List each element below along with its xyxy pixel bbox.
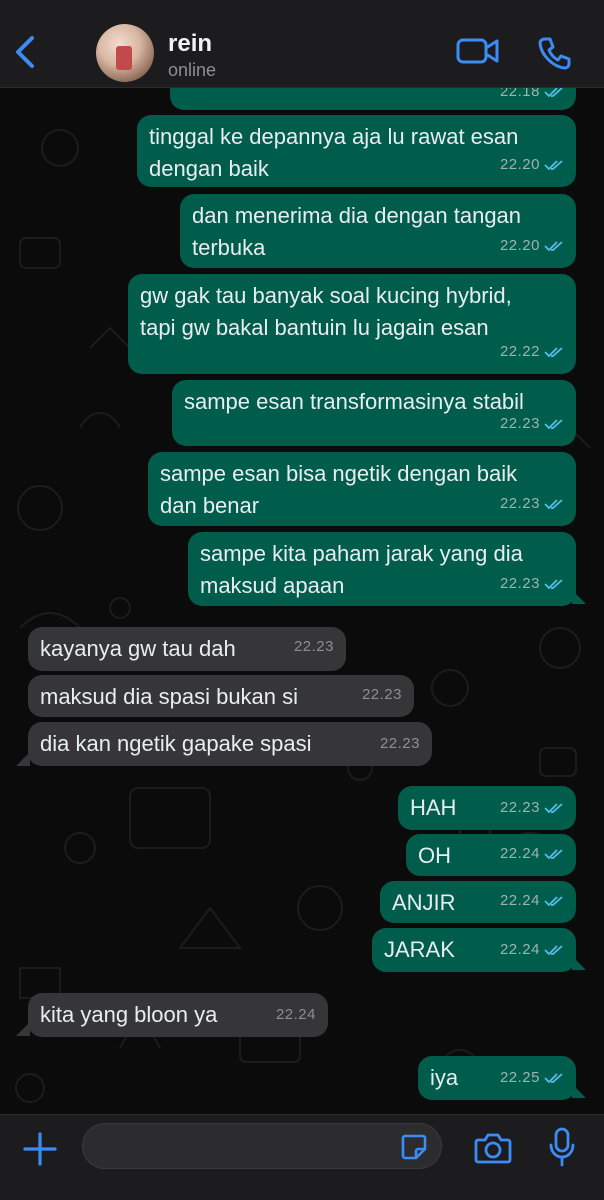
- message-time: 22.23: [293, 638, 334, 655]
- read-ticks-icon: [544, 241, 563, 252]
- avatar-photo: [116, 46, 132, 70]
- message-time: 22.20: [499, 237, 540, 254]
- message-meta: 22.24: [500, 934, 564, 966]
- message-bubble-incoming[interactable]: maksud dia spasi bukan si 22.23: [28, 675, 414, 717]
- message-meta: 22.23: [500, 408, 564, 440]
- message-time: 22.24: [499, 892, 540, 909]
- contact-name[interactable]: rein: [168, 30, 212, 58]
- message-meta: 22.22: [500, 336, 564, 368]
- message-text: kayanya gw tau dah: [40, 636, 236, 661]
- contact-status: online: [168, 60, 217, 80]
- read-ticks-icon: [544, 499, 563, 510]
- message-meta: 22.23: [362, 679, 402, 711]
- message-time: 22.23: [499, 575, 540, 592]
- message-meta: 22.23: [380, 728, 420, 760]
- message-bubble-outgoing[interactable]: OH 22.24: [406, 834, 576, 876]
- bubble-tail: [16, 752, 30, 766]
- message-meta: 22.23: [294, 631, 334, 663]
- message-time: 22.23: [499, 799, 540, 816]
- message-bubble-outgoing[interactable]: 22.18: [170, 88, 576, 110]
- plus-icon[interactable]: [22, 1131, 58, 1167]
- message-time: 22.23: [499, 495, 540, 512]
- message-meta: 22.18: [500, 88, 564, 108]
- microphone-icon[interactable]: [548, 1127, 576, 1167]
- message-time: 22.24: [499, 941, 540, 958]
- message-bubble-outgoing[interactable]: gw gak tau banyak soal kucing hybrid, ta…: [128, 274, 576, 374]
- message-text: gw gak tau banyak soal kucing hybrid, ta…: [140, 283, 512, 340]
- chat-header: rein online: [0, 0, 604, 88]
- message-bubble-incoming[interactable]: kayanya gw tau dah 22.23: [28, 627, 346, 671]
- bubble-tail: [572, 956, 586, 970]
- message-time: 22.20: [499, 156, 540, 173]
- read-ticks-icon: [544, 1073, 563, 1084]
- read-ticks-icon: [544, 160, 563, 171]
- bubble-tail: [572, 590, 586, 604]
- message-time: 22.25: [499, 1069, 540, 1086]
- read-ticks-icon: [544, 896, 563, 907]
- message-meta: 22.23: [500, 792, 564, 824]
- message-meta: 22.23: [500, 568, 564, 600]
- message-meta: 22.23: [500, 488, 564, 520]
- message-bubble-outgoing[interactable]: ANJIR 22.24: [380, 881, 576, 923]
- camera-icon[interactable]: [474, 1131, 512, 1165]
- message-bubble-outgoing[interactable]: JARAK 22.24: [372, 928, 576, 972]
- message-meta: 22.24: [276, 999, 316, 1031]
- message-time: 22.24: [275, 1006, 316, 1023]
- message-text: maksud dia spasi bukan si: [40, 684, 299, 709]
- message-time: 22.23: [499, 415, 540, 432]
- message-bubble-incoming[interactable]: dia kan ngetik gapake spasi 22.23: [28, 722, 432, 766]
- read-ticks-icon: [544, 88, 563, 98]
- read-ticks-icon: [544, 803, 563, 814]
- message-list[interactable]: 22.18 tinggal ke depannya aja lu rawat e…: [0, 88, 604, 1114]
- contact-avatar[interactable]: [96, 24, 154, 82]
- message-meta: 22.24: [500, 885, 564, 917]
- message-time: 22.18: [499, 88, 540, 100]
- back-chevron-icon[interactable]: [10, 32, 42, 72]
- message-bubble-outgoing[interactable]: HAH 22.23: [398, 786, 576, 830]
- message-composer: [0, 1114, 604, 1200]
- message-bubble-outgoing[interactable]: sampe esan transformasinya stabil 22.23: [172, 380, 576, 446]
- sticker-icon[interactable]: [400, 1133, 428, 1161]
- message-time: 22.23: [379, 735, 420, 752]
- bubble-tail: [572, 1084, 586, 1098]
- message-time: 22.24: [499, 845, 540, 862]
- message-meta: 22.24: [500, 838, 564, 870]
- read-ticks-icon: [544, 945, 563, 956]
- message-meta: 22.20: [500, 230, 564, 262]
- message-bubble-outgoing[interactable]: tinggal ke depannya aja lu rawat esan de…: [137, 115, 576, 187]
- phone-icon[interactable]: [538, 36, 572, 70]
- message-bubble-outgoing[interactable]: dan menerima dia dengan tangan terbuka 2…: [180, 194, 576, 268]
- message-bubble-outgoing[interactable]: iya 22.25: [418, 1056, 576, 1100]
- message-bubble-outgoing[interactable]: sampe kita paham jarak yang dia maksud a…: [188, 532, 576, 606]
- message-input[interactable]: [82, 1123, 442, 1169]
- message-text: dia kan ngetik gapake spasi: [40, 731, 312, 756]
- message-text: kita yang bloon ya: [40, 1002, 218, 1027]
- message-time: 22.22: [499, 343, 540, 360]
- bubble-tail: [16, 1022, 30, 1036]
- read-ticks-icon: [544, 579, 563, 590]
- video-camera-icon[interactable]: [456, 36, 500, 66]
- message-meta: 22.20: [500, 149, 564, 181]
- read-ticks-icon: [544, 347, 563, 358]
- read-ticks-icon: [544, 419, 563, 430]
- message-bubble-outgoing[interactable]: sampe esan bisa ngetik dengan baik dan b…: [148, 452, 576, 526]
- message-meta: 22.25: [500, 1062, 564, 1094]
- message-bubble-incoming[interactable]: kita yang bloon ya 22.24: [28, 993, 328, 1037]
- message-time: 22.23: [361, 686, 402, 703]
- read-ticks-icon: [544, 849, 563, 860]
